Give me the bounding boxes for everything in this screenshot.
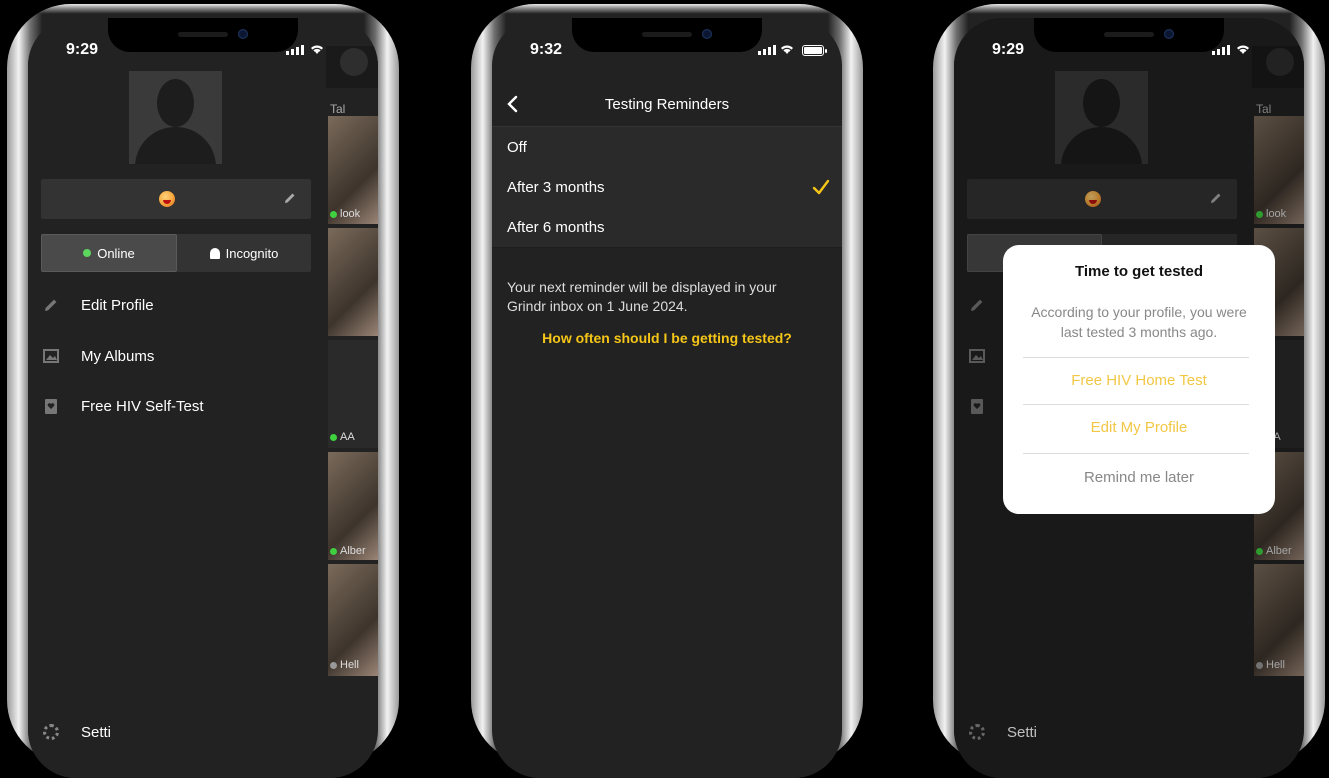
heart-card-icon (45, 399, 57, 414)
signal-icon (758, 45, 776, 55)
image-icon (43, 349, 59, 363)
page-title: Testing Reminders (604, 95, 730, 113)
checkmark-icon (812, 179, 830, 195)
phone-1: 9:29 Tal look AA Alber Hell Online Incog… (7, 4, 399, 778)
gear-icon (43, 724, 59, 740)
back-chevron-icon[interactable] (506, 95, 518, 113)
status-time: 9:29 (992, 41, 1025, 58)
menu-label: Edit Profile (81, 296, 154, 314)
grid-tile[interactable] (328, 452, 378, 560)
online-toggle-button[interactable]: Online (41, 234, 177, 272)
grid-tile-label: Alber (330, 545, 366, 557)
phone-1-screen: 9:29 Tal look AA Alber Hell Online Incog… (28, 18, 378, 778)
signal-icon (1212, 45, 1230, 55)
side-drawer: Online Incognito Edit Profile My Albums … (28, 18, 326, 778)
grid-tile-label: Hell (330, 659, 359, 671)
profile-avatar[interactable] (129, 71, 222, 164)
menu-my-albums[interactable]: My Albums (28, 336, 326, 376)
menu-label: Free HIV Self-Test (81, 397, 204, 415)
online-dot-icon (83, 249, 92, 257)
testing-frequency-link[interactable]: How often should I be getting tested? (492, 330, 842, 346)
modal-title: Time to get tested (1074, 263, 1204, 280)
divider (1023, 404, 1249, 405)
ghost-icon (209, 247, 220, 259)
option-off[interactable]: Off (492, 127, 842, 168)
notch (572, 18, 762, 52)
battery-icon (802, 45, 827, 56)
wifi-icon (1237, 45, 1249, 54)
nav-bar: Testing Reminders (492, 82, 842, 127)
pencil-icon[interactable] (283, 191, 297, 205)
status-time: 9:29 (66, 41, 99, 58)
option-label: Off (507, 138, 527, 156)
grid-tile-label: AA (330, 431, 355, 443)
status-time: 9:32 (530, 41, 563, 58)
remind-me-later-button[interactable]: Remind me later (1003, 469, 1275, 486)
free-hiv-home-test-button[interactable]: Free HIV Home Test (1003, 372, 1275, 389)
reminder-note: Your next reminder will be displayed in … (507, 279, 777, 314)
menu-label: My Albums (81, 347, 155, 365)
option-label: After 3 months (507, 178, 605, 196)
wifi-icon (781, 45, 793, 54)
divider (1023, 453, 1249, 454)
modal-body: According to your profile, you were last… (1031, 304, 1247, 340)
phone-2-screen: 9:32 Testing Reminders Off After 3 month… (492, 18, 842, 778)
incognito-toggle-button[interactable]: Incognito (177, 234, 311, 272)
phone-2: 9:32 Testing Reminders Off After 3 month… (471, 4, 863, 778)
option-label: After 6 months (507, 218, 605, 236)
notch (108, 18, 298, 52)
notch (1034, 18, 1224, 52)
status-toggle: Online Incognito (41, 234, 311, 272)
divider (1023, 357, 1249, 358)
phone-3-screen: 9:29 Tal look AA Alber Hell (954, 18, 1304, 778)
phone-3: 9:29 Tal look AA Alber Hell (933, 4, 1325, 778)
wifi-icon (311, 45, 323, 54)
option-after-3-months[interactable]: After 3 months (492, 167, 842, 208)
edit-my-profile-button[interactable]: Edit My Profile (1003, 419, 1275, 436)
menu-edit-profile[interactable]: Edit Profile (28, 285, 326, 325)
red-face-emoji-icon (159, 191, 175, 207)
option-after-6-months[interactable]: After 6 months (492, 207, 842, 248)
signal-icon (286, 45, 304, 55)
grid-tile[interactable] (328, 228, 378, 336)
display-name-field[interactable] (41, 179, 311, 219)
grid-peek: look AA Alber Hell (326, 108, 378, 738)
pencil-icon (45, 299, 57, 311)
menu-free-hiv-self-test[interactable]: Free HIV Self-Test (28, 386, 326, 426)
grid-header-peek: Tal (326, 46, 378, 116)
testing-modal: Time to get tested According to your pro… (1003, 245, 1275, 514)
grid-tile-label: look (330, 208, 360, 220)
